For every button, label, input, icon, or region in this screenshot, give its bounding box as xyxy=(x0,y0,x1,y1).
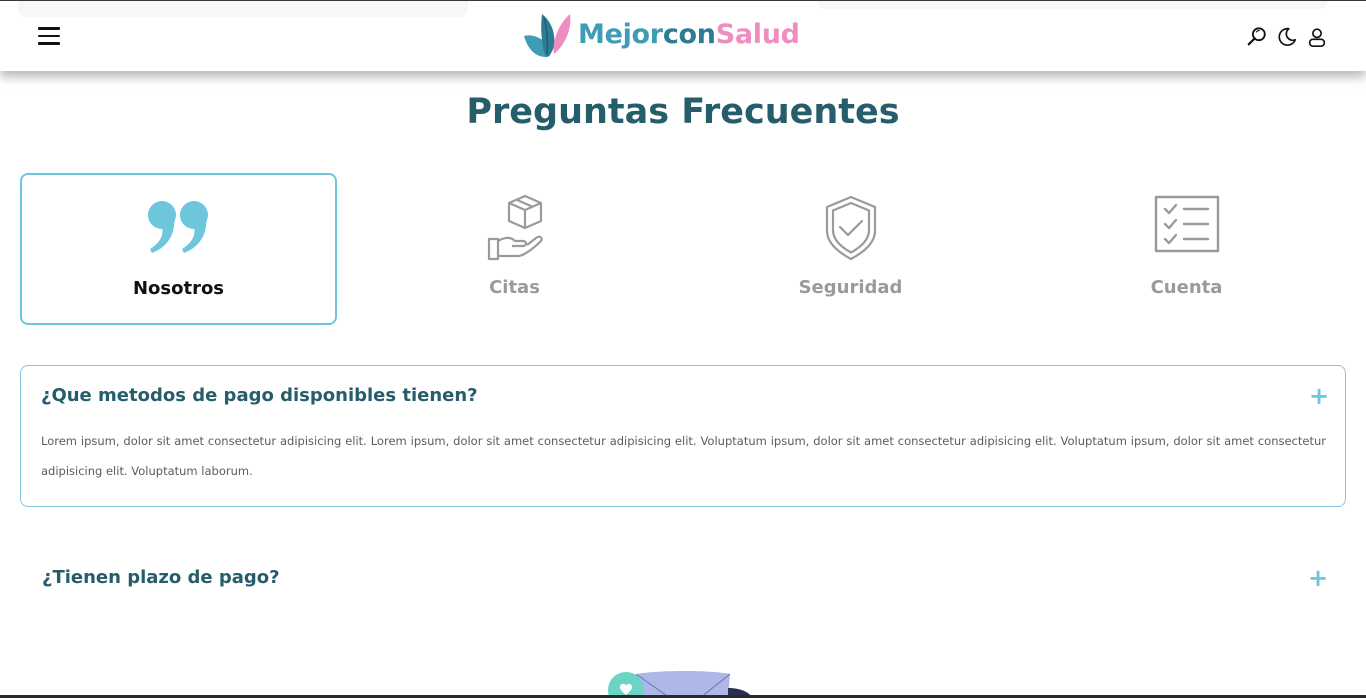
expand-toggle-icon[interactable]: + xyxy=(1309,384,1329,408)
footer-illustration xyxy=(608,671,752,698)
hand-box-icon xyxy=(487,195,543,261)
header-background-shape xyxy=(818,1,1328,9)
logo-text-mejor: Mejor xyxy=(578,18,663,50)
faq-item-expanded: ¿Que metodos de pago disponibles tienen?… xyxy=(20,365,1346,507)
category-label: Cuenta xyxy=(1150,277,1223,298)
faq-question[interactable]: ¿Tienen plazo de pago? xyxy=(42,567,280,588)
header-actions xyxy=(1246,25,1328,49)
category-label: Seguridad xyxy=(798,277,903,298)
category-label: Nosotros xyxy=(132,278,225,299)
faq-item-collapsed[interactable]: ¿Tienen plazo de pago? + xyxy=(20,555,1346,605)
category-tab-cuenta[interactable]: Cuenta xyxy=(1028,173,1345,325)
site-header: MejorconSalud xyxy=(0,1,1366,71)
logo-text-con: con xyxy=(662,18,716,50)
checklist-icon xyxy=(1154,195,1219,253)
user-icon[interactable] xyxy=(1306,25,1328,49)
category-tab-nosotros[interactable]: Nosotros xyxy=(20,173,337,325)
leaf-logo-icon xyxy=(524,14,571,57)
faq-answer: Lorem ipsum, dolor sit amet consectetur … xyxy=(41,434,1326,478)
category-tab-citas[interactable]: Citas xyxy=(356,173,673,325)
faq-question[interactable]: ¿Que metodos de pago disponibles tienen? xyxy=(41,385,478,406)
logo-wordmark: MejorconSalud xyxy=(578,19,800,50)
moon-icon[interactable] xyxy=(1276,25,1298,49)
search-icon[interactable] xyxy=(1246,25,1268,49)
category-label: Citas xyxy=(489,277,540,298)
header-background-shape xyxy=(18,1,468,17)
quote-icon xyxy=(147,201,208,253)
logo-text-salud: Salud xyxy=(715,18,800,50)
page-title: Preguntas Frecuentes xyxy=(466,92,900,132)
hamburger-menu-icon[interactable] xyxy=(38,25,62,47)
shield-check-icon xyxy=(825,195,876,261)
site-logo[interactable]: MejorconSalud xyxy=(520,9,800,59)
expand-toggle-icon[interactable]: + xyxy=(1308,566,1328,590)
category-tab-seguridad[interactable]: Seguridad xyxy=(692,173,1009,325)
